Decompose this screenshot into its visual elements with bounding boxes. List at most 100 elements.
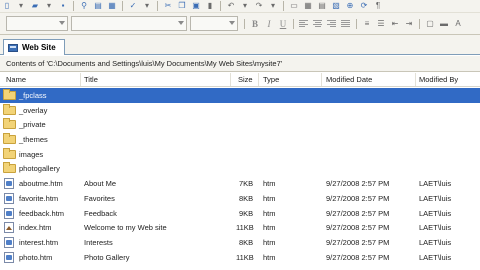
column-divider[interactable] (230, 73, 231, 86)
spelling-dropdown-icon[interactable]: ▾ (140, 1, 154, 12)
column-header-title[interactable]: Title (84, 75, 98, 84)
column-header-modified-date[interactable]: Modified Date (326, 75, 372, 84)
folder-icon (3, 133, 16, 145)
bullets-icon[interactable]: ☰ (374, 18, 388, 29)
list-item[interactable]: _themes (0, 132, 480, 147)
home-page-icon (4, 222, 14, 234)
new-dropdown-arrow-icon[interactable]: ▾ (14, 1, 28, 12)
column-divider[interactable] (80, 73, 81, 86)
chevron-down-icon (59, 21, 65, 25)
open-folder-icon[interactable]: ▰ (28, 1, 42, 12)
increase-indent-icon[interactable]: ⇥ (402, 18, 416, 29)
list-item[interactable]: _fpclass (0, 88, 480, 103)
web-site-icon (8, 43, 18, 52)
cut-icon[interactable]: ✂ (161, 1, 175, 12)
list-item[interactable]: photogallery (0, 161, 480, 176)
toolbar-separator (419, 18, 420, 29)
file-name: _private (19, 120, 46, 130)
file-modified-by: LAET\luis (419, 252, 452, 262)
open-dropdown-arrow-icon[interactable]: ▾ (42, 1, 56, 12)
insert-table-icon[interactable]: ▦ (301, 1, 315, 12)
table-row[interactable]: photo.htm Photo Gallery 11KB htm 9/27/20… (0, 250, 480, 265)
file-name: images (19, 149, 44, 159)
column-header-size[interactable]: Size (238, 75, 253, 84)
column-divider[interactable] (258, 73, 259, 86)
file-list: _fpclass _overlay _private _themes image… (0, 88, 480, 264)
file-name: interest.htm (19, 237, 59, 247)
font-size-dropdown[interactable] (190, 16, 238, 31)
column-header-name[interactable]: Name (6, 75, 26, 84)
spelling-icon[interactable]: ✓ (126, 1, 140, 12)
justify-icon[interactable] (339, 18, 353, 29)
folder-icon (3, 147, 16, 159)
tab-label: Web Site (22, 43, 56, 52)
save-icon[interactable]: ▪ (56, 1, 70, 12)
list-item[interactable]: _overlay (0, 103, 480, 118)
insert-picture-icon[interactable]: ▧ (329, 1, 343, 12)
file-name: _fpclass (19, 91, 47, 100)
file-modified-date: 9/27/2008 2:57 PM (326, 179, 390, 189)
table-row[interactable]: interest.htm Interests 8KB htm 9/27/2008… (0, 235, 480, 250)
toolbar-separator (356, 18, 357, 29)
tab-web-site[interactable]: Web Site (3, 39, 65, 55)
toolbar-separator (283, 1, 284, 11)
redo-dropdown-icon[interactable]: ▾ (266, 1, 280, 12)
underline-button[interactable]: U (276, 19, 290, 29)
borders-icon[interactable]: ▢ (423, 18, 437, 29)
font-dropdown[interactable] (71, 16, 187, 31)
format-painter-icon[interactable]: ▮ (203, 1, 217, 12)
numbering-icon[interactable]: ≡ (360, 18, 374, 29)
table-row[interactable]: index.htm Welcome to my Web site 11KB ht… (0, 220, 480, 235)
file-type: htm (263, 223, 276, 233)
align-left-icon[interactable] (297, 18, 311, 29)
font-color-icon[interactable]: A (451, 18, 465, 29)
toolbar-separator (244, 18, 245, 29)
column-divider[interactable] (415, 73, 416, 86)
toolbar-separator (73, 1, 74, 11)
formatting-toolbar: B I U ≡ ☰ ⇤ ⇥ ▢ ▬ A (0, 13, 480, 35)
table-row[interactable]: feedback.htm Feedback 9KB htm 9/27/2008 … (0, 206, 480, 221)
file-size: 9KB (239, 208, 254, 218)
copy-icon[interactable]: ❐ (175, 1, 189, 12)
file-title: Interests (84, 237, 113, 247)
search-icon[interactable]: ⚲ (77, 1, 91, 12)
file-type: htm (263, 193, 276, 203)
new-page-icon[interactable]: ▯ (0, 1, 14, 12)
list-item[interactable]: _private (0, 117, 480, 132)
align-center-icon[interactable] (311, 18, 325, 29)
highlight-icon[interactable]: ▬ (437, 18, 451, 29)
file-size: 7KB (239, 179, 254, 189)
refresh-icon[interactable]: ⟳ (357, 1, 371, 12)
bold-button[interactable]: B (248, 19, 262, 29)
file-modified-date: 9/27/2008 2:57 PM (326, 223, 390, 233)
decrease-indent-icon[interactable]: ⇤ (388, 18, 402, 29)
style-dropdown[interactable] (6, 16, 68, 31)
table-row[interactable]: favorite.htm Favorites 8KB htm 9/27/2008… (0, 191, 480, 206)
file-type: htm (263, 237, 276, 247)
folder-path-bar: Contents of 'C:\Documents and Settings\l… (0, 56, 480, 72)
undo-dropdown-icon[interactable]: ▾ (238, 1, 252, 12)
folder-icon (3, 89, 16, 100)
web-component-icon[interactable]: ▭ (287, 1, 301, 12)
file-title: Favorites (84, 193, 115, 203)
hyperlink-icon[interactable]: ⊕ (343, 1, 357, 12)
list-item[interactable]: images (0, 147, 480, 162)
column-header-type[interactable]: Type (263, 75, 279, 84)
redo-icon[interactable]: ↷ (252, 1, 266, 12)
italic-button[interactable]: I (262, 19, 276, 29)
file-name: favorite.htm (19, 193, 59, 203)
preview-icon[interactable]: ▦ (105, 1, 119, 12)
file-type: htm (263, 252, 276, 262)
column-header-modified-by[interactable]: Modified By (419, 75, 458, 84)
column-divider[interactable] (321, 73, 322, 86)
show-all-icon[interactable]: ¶ (371, 1, 385, 12)
print-icon[interactable]: ▤ (91, 1, 105, 12)
paste-icon[interactable]: ▣ (189, 1, 203, 12)
table-row[interactable]: aboutme.htm About Me 7KB htm 9/27/2008 2… (0, 176, 480, 191)
column-header-row: Name Title Size Type Modified Date Modif… (0, 72, 480, 87)
undo-icon[interactable]: ↶ (224, 1, 238, 12)
align-right-icon[interactable] (325, 18, 339, 29)
file-size: 11KB (236, 252, 254, 262)
file-name: aboutme.htm (19, 179, 63, 189)
insert-layer-icon[interactable]: ▤ (315, 1, 329, 12)
